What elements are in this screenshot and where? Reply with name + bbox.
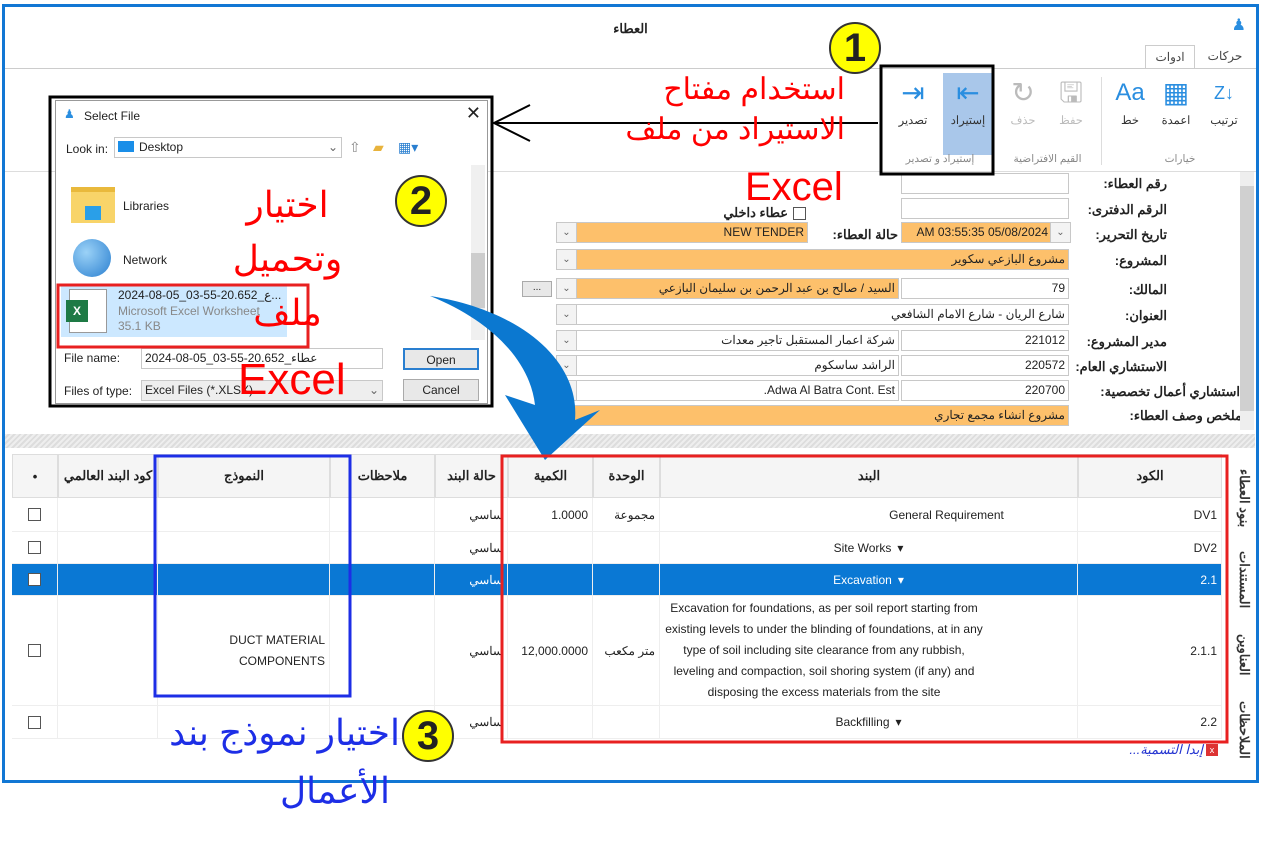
step-3-line: الأعمال <box>280 770 390 811</box>
step-2-line: ملف <box>253 292 322 333</box>
step-1-excel: Excel <box>745 165 843 209</box>
step-2-badge: 2 <box>395 175 447 227</box>
step-3-line: اختيار نموذج بند <box>169 712 400 753</box>
step-1-line: استخدام مفتاح <box>663 73 845 106</box>
template-column-highlight-box <box>153 454 352 698</box>
step-2-line: وتحميل <box>232 238 343 279</box>
step-2-text: اختيار وتحميل ملف <box>220 178 355 340</box>
import-highlight-box <box>879 64 995 176</box>
step-3-badge: 3 <box>402 710 454 762</box>
step-2-line: اختيار <box>246 184 329 225</box>
step-1-line: الاستيراد من ملف <box>625 113 845 146</box>
item-columns-highlight-box <box>500 454 1229 744</box>
big-curved-arrow <box>430 296 600 460</box>
step-2-excel: Excel <box>238 355 346 404</box>
step-1-text: استخدام مفتاح الاستيراد من ملف <box>600 70 845 150</box>
step-1-badge: 1 <box>829 22 881 74</box>
